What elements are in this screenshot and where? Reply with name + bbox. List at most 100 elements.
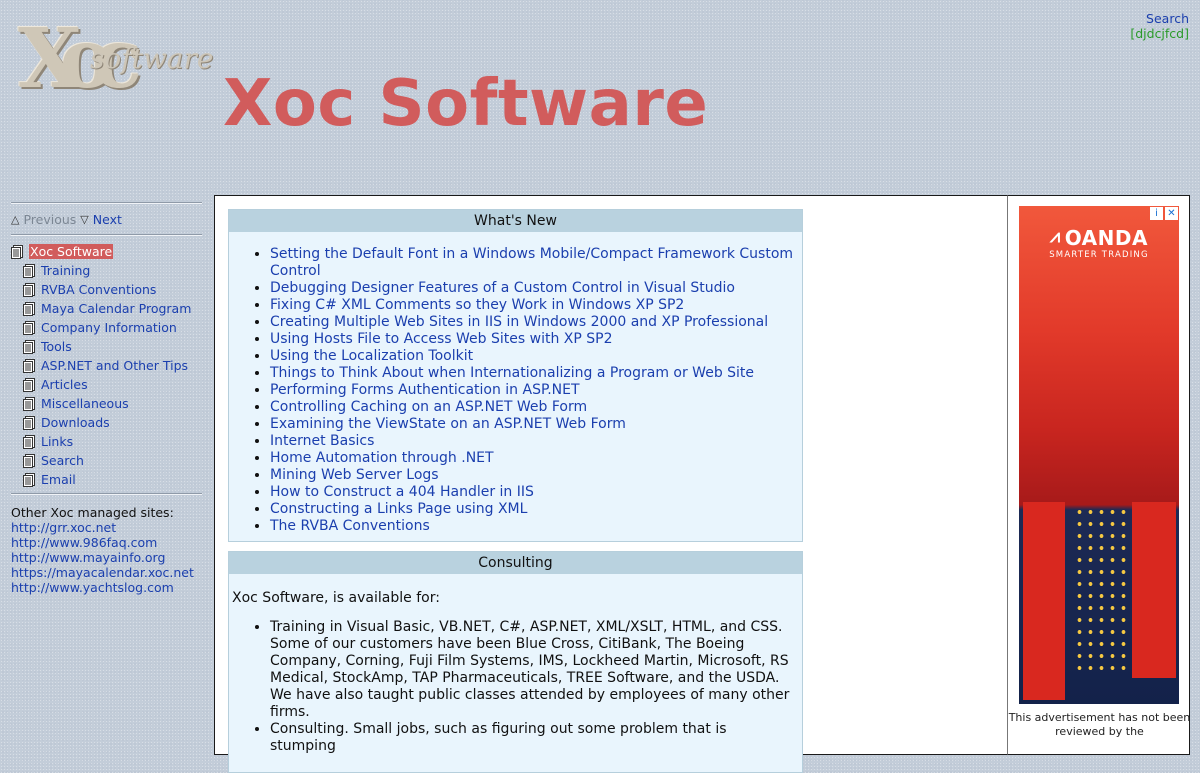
sidebar-item[interactable]: Maya Calendar Program: [11, 299, 202, 318]
sidebar-item-link[interactable]: Tools: [41, 339, 72, 354]
page-icon: [11, 244, 23, 259]
other-site-link[interactable]: https://mayacalendar.xoc.net: [11, 565, 202, 580]
sidebar-item-link[interactable]: Downloads: [41, 415, 110, 430]
news-link[interactable]: Constructing a Links Page using XML: [270, 501, 527, 517]
news-link[interactable]: Internet Basics: [270, 433, 374, 449]
consulting-item: Consulting. Small jobs, such as figuring…: [270, 721, 794, 755]
sidebar-item[interactable]: Training: [11, 261, 202, 280]
news-link[interactable]: Using the Localization Toolkit: [270, 348, 473, 364]
page-icon: [23, 301, 35, 316]
news-link[interactable]: Fixing C# XML Comments so they Work in W…: [270, 297, 684, 313]
sidebar-item[interactable]: Links: [11, 432, 202, 451]
news-item: Internet Basics: [270, 433, 794, 450]
sidebar-item-link[interactable]: Links: [41, 434, 73, 449]
building-windows-icon: [1074, 506, 1129, 676]
next-arrow-icon: ▽: [80, 212, 89, 226]
ad-close-icon[interactable]: ✕: [1165, 207, 1178, 220]
previous-arrow-icon: △: [11, 212, 20, 226]
sidebar-item[interactable]: Tools: [11, 337, 202, 356]
page-icon: [23, 320, 35, 335]
whats-new-heading: What's New: [229, 210, 802, 232]
other-sites: Other Xoc managed sites: http://grr.xoc.…: [11, 495, 202, 595]
other-site-link[interactable]: http://www.yachtslog.com: [11, 580, 202, 595]
sidebar: △ Previous ▽ Next Xoc Software Training RV…: [11, 202, 202, 595]
sidebar-item[interactable]: Email: [11, 470, 202, 489]
news-item: Home Automation through .NET: [270, 450, 794, 467]
previous-link[interactable]: Previous: [23, 212, 76, 227]
prev-next-nav: △ Previous ▽ Next: [11, 204, 202, 234]
sidebar-item[interactable]: Company Information: [11, 318, 202, 337]
page-code: [djdcjfcd]: [1130, 26, 1189, 41]
sidebar-item-link[interactable]: Search: [41, 453, 84, 468]
news-item: Using the Localization Toolkit: [270, 348, 794, 365]
other-site-link[interactable]: http://www.mayainfo.org: [11, 550, 202, 565]
sidebar-item[interactable]: Miscellaneous: [11, 394, 202, 413]
sidebar-item-link[interactable]: Articles: [41, 377, 88, 392]
other-sites-label: Other Xoc managed sites:: [11, 505, 174, 520]
top-search-area: Search [djdcjfcd]: [1130, 11, 1189, 41]
page-icon: [23, 434, 35, 449]
news-link[interactable]: Examining the ViewState on an ASP.NET We…: [270, 416, 626, 432]
news-link[interactable]: Things to Think About when International…: [270, 365, 754, 381]
sidebar-item-link[interactable]: Xoc Software: [29, 244, 114, 259]
sidebar-item[interactable]: Xoc Software: [11, 242, 202, 261]
news-item: Examining the ViewState on an ASP.NET We…: [270, 416, 794, 433]
consulting-heading: Consulting: [229, 552, 802, 574]
sidebar-item[interactable]: ASP.NET and Other Tips: [11, 356, 202, 375]
news-link[interactable]: Home Automation through .NET: [270, 450, 494, 466]
page-icon: [23, 358, 35, 373]
advertisement[interactable]: i ✕ ⩘ OANDA SMARTER TRADING: [1019, 206, 1179, 704]
ad-controls: i ✕: [1150, 207, 1178, 220]
sidebar-item-link[interactable]: Maya Calendar Program: [41, 301, 191, 316]
consulting-intro: Xoc Software, is available for:: [232, 590, 440, 606]
search-link[interactable]: Search: [1130, 11, 1189, 26]
sidebar-nav: Xoc Software Training RVBA Conventions Maya…: [11, 236, 202, 493]
news-link[interactable]: Debugging Designer Features of a Custom …: [270, 280, 735, 296]
news-item: Performing Forms Authentication in ASP.N…: [270, 382, 794, 399]
sidebar-item[interactable]: Articles: [11, 375, 202, 394]
main-content: What's New Setting the Default Font in a…: [214, 195, 1007, 773]
other-site-link[interactable]: http://grr.xoc.net: [11, 520, 202, 535]
page-icon: [23, 415, 35, 430]
news-item: Fixing C# XML Comments so they Work in W…: [270, 297, 794, 314]
ad-disclaimer: This advertisement has not been reviewed…: [1008, 711, 1191, 738]
news-link[interactable]: The RVBA Conventions: [270, 518, 430, 534]
sidebar-item-link[interactable]: Company Information: [41, 320, 177, 335]
sidebar-item-link[interactable]: Email: [41, 472, 76, 487]
sidebar-item[interactable]: Downloads: [11, 413, 202, 432]
news-link[interactable]: Using Hosts File to Access Web Sites wit…: [270, 331, 613, 347]
news-item: Debugging Designer Features of a Custom …: [270, 280, 794, 297]
news-link[interactable]: Creating Multiple Web Sites in IIS in Wi…: [270, 314, 768, 330]
news-item: Creating Multiple Web Sites in IIS in Wi…: [270, 314, 794, 331]
building-left-icon: [1023, 502, 1065, 700]
news-item: Mining Web Server Logs: [270, 467, 794, 484]
news-link[interactable]: Mining Web Server Logs: [270, 467, 439, 483]
sidebar-item-link[interactable]: RVBA Conventions: [41, 282, 156, 297]
other-site-link[interactable]: http://www.986faq.com: [11, 535, 202, 550]
news-link[interactable]: Setting the Default Font in a Windows Mo…: [270, 246, 793, 279]
sidebar-item[interactable]: RVBA Conventions: [11, 280, 202, 299]
ad-info-icon[interactable]: i: [1150, 207, 1163, 220]
news-item: How to Construct a 404 Handler in IIS: [270, 484, 794, 501]
sidebar-item-link[interactable]: Miscellaneous: [41, 396, 129, 411]
news-item: Things to Think About when International…: [270, 365, 794, 382]
whats-new-box: What's New Setting the Default Font in a…: [228, 209, 803, 542]
news-item: Using Hosts File to Access Web Sites wit…: [270, 331, 794, 348]
sidebar-item-link[interactable]: ASP.NET and Other Tips: [41, 358, 188, 373]
page-icon: [23, 339, 35, 354]
page-icon: [23, 396, 35, 411]
oanda-logo-icon: ⩘: [1050, 226, 1061, 247]
news-link[interactable]: Controlling Caching on an ASP.NET Web Fo…: [270, 399, 587, 415]
page-icon: [23, 263, 35, 278]
sidebar-item[interactable]: Search: [11, 451, 202, 470]
next-link[interactable]: Next: [93, 212, 122, 227]
news-link[interactable]: Performing Forms Authentication in ASP.N…: [270, 382, 580, 398]
page-title: Xoc Software: [223, 67, 709, 141]
logo-wordmark: software: [90, 42, 214, 75]
page-icon: [23, 472, 35, 487]
consulting-item: Training in Visual Basic, VB.NET, C#, AS…: [270, 619, 794, 721]
ad-brand: ⩘ OANDA SMARTER TRADING: [1019, 226, 1179, 260]
sidebar-item-link[interactable]: Training: [41, 263, 90, 278]
site-logo[interactable]: Xoc software: [18, 18, 214, 100]
news-link[interactable]: How to Construct a 404 Handler in IIS: [270, 484, 534, 500]
